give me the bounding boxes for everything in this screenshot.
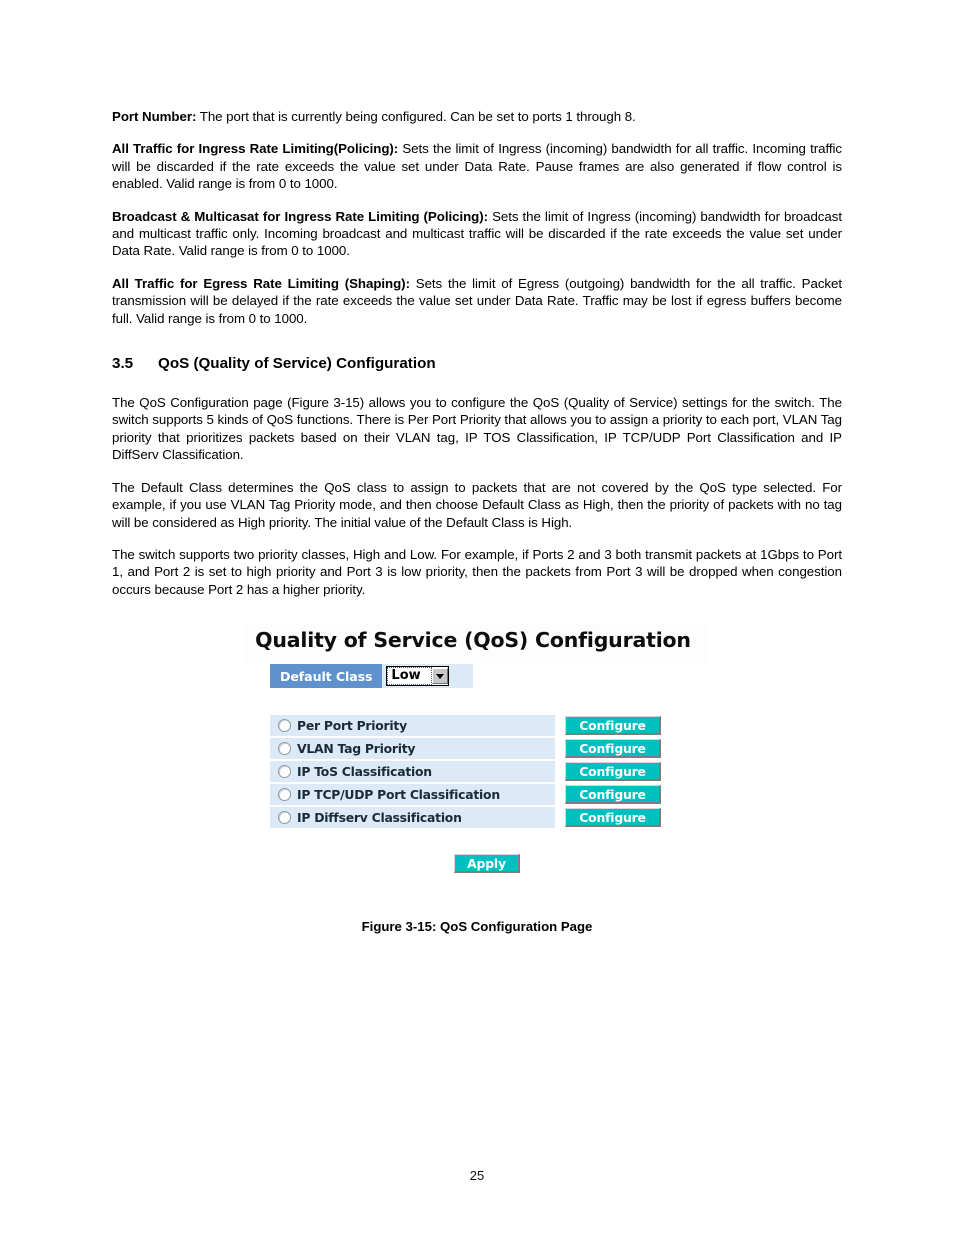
paragraph-all-traffic-ingress: All Traffic for Ingress Rate Limiting(Po… <box>112 140 842 192</box>
figure-qos-configuration: Quality of Service (QoS) Configuration D… <box>112 624 842 934</box>
qos-row-ip-tcp-udp-port-classification: IP TCP/UDP Port Classification Configure <box>270 784 665 806</box>
qos-option-label: Per Port Priority <box>297 718 407 734</box>
default-class-select[interactable]: Low <box>386 666 449 687</box>
radio-button-vlan-tag-priority[interactable] <box>278 742 291 756</box>
paragraph-priority-classes-desc: The switch supports two priority classes… <box>112 546 842 597</box>
qos-option-cell[interactable]: IP ToS Classification <box>270 761 555 783</box>
paragraph-lead-label: Broadcast & Multicasat for Ingress Rate … <box>112 208 488 224</box>
qos-configuration-screenshot: Quality of Service (QoS) Configuration D… <box>246 624 708 911</box>
default-class-select-cell: Low <box>382 664 456 689</box>
qos-button-cell: Configure <box>565 739 661 759</box>
qos-options-list: Per Port Priority Configure VLAN Tag Pri… <box>270 715 665 829</box>
radio-button-ip-diffserv-classification[interactable] <box>278 811 291 825</box>
qos-option-cell[interactable]: VLAN Tag Priority <box>270 738 555 760</box>
page-number: 25 <box>469 1168 485 1183</box>
qos-button-cell: Configure <box>565 785 661 805</box>
qos-option-label: IP TCP/UDP Port Classification <box>297 787 500 803</box>
qos-option-cell[interactable]: IP Diffserv Classification <box>270 807 555 829</box>
paragraph-lead-label: All Traffic for Ingress Rate Limiting(Po… <box>112 141 399 157</box>
default-class-select-inner[interactable]: Low <box>387 667 432 686</box>
radio-button-per-port-priority[interactable] <box>278 719 291 733</box>
apply-button[interactable]: Apply <box>454 854 520 874</box>
qos-row-per-port-priority: Per Port Priority Configure <box>270 715 665 737</box>
chevron-down-icon[interactable] <box>431 668 448 685</box>
default-class-label: Default Class <box>270 664 383 689</box>
qos-page-title: Quality of Service (QoS) Configuration <box>255 628 691 653</box>
qos-option-label: VLAN Tag Priority <box>297 741 416 757</box>
paragraph-body-text: The port that is currently being configu… <box>196 109 636 124</box>
radio-button-ip-tcp-udp-port-classification[interactable] <box>278 788 291 802</box>
qos-option-label: IP ToS Classification <box>297 764 432 780</box>
default-class-row: Default Class Low <box>270 664 473 689</box>
qos-option-label: IP Diffserv Classification <box>297 810 462 826</box>
section-heading: 3.5 QoS (Quality of Service) Configurati… <box>112 355 842 372</box>
section-number: 3.5 <box>112 355 134 373</box>
page-content: Port Number: The port that is currently … <box>112 108 842 934</box>
qos-row-vlan-tag-priority: VLAN Tag Priority Configure <box>270 738 665 760</box>
configure-button-ip-tcp-udp-port-classification[interactable]: Configure <box>565 785 661 805</box>
qos-button-cell: Configure <box>565 716 661 736</box>
qos-button-cell: Configure <box>565 762 661 782</box>
figure-caption: Figure 3-15: QoS Configuration Page <box>361 919 593 935</box>
paragraph-lead-label: All Traffic for Egress Rate Limiting (Sh… <box>112 275 410 291</box>
configure-button-ip-diffserv-classification[interactable]: Configure <box>565 808 661 828</box>
paragraph-default-class-desc: The Default Class determines the QoS cla… <box>112 479 842 530</box>
apply-button-wrap: Apply <box>246 854 708 874</box>
qos-option-cell[interactable]: IP TCP/UDP Port Classification <box>270 784 555 806</box>
default-class-selected-value: Low <box>391 668 421 684</box>
qos-option-cell[interactable]: Per Port Priority <box>270 715 555 737</box>
configure-button-vlan-tag-priority[interactable]: Configure <box>565 739 661 759</box>
configure-button-ip-tos-classification[interactable]: Configure <box>565 762 661 782</box>
qos-row-ip-diffserv-classification: IP Diffserv Classification Configure <box>270 807 665 829</box>
configure-button-per-port-priority[interactable]: Configure <box>565 716 661 736</box>
paragraph-port-number: Port Number: The port that is currently … <box>112 108 842 125</box>
radio-button-ip-tos-classification[interactable] <box>278 765 291 779</box>
paragraph-lead-label: Port Number: <box>112 109 197 124</box>
qos-row-ip-tos-classification: IP ToS Classification Configure <box>270 761 665 783</box>
qos-page-body: Default Class Low Per Port Priority Conf… <box>246 664 708 911</box>
section-title: QoS (Quality of Service) Configuration <box>158 355 436 373</box>
paragraph-all-traffic-egress: All Traffic for Egress Rate Limiting (Sh… <box>112 275 842 327</box>
paragraph-broadcast-multicast-ingress: Broadcast & Multicasat for Ingress Rate … <box>112 208 842 260</box>
manual-page: Port Number: The port that is currently … <box>0 0 954 1235</box>
paragraph-qos-intro: The QoS Configuration page (Figure 3-15)… <box>112 395 842 463</box>
qos-button-cell: Configure <box>565 808 661 828</box>
